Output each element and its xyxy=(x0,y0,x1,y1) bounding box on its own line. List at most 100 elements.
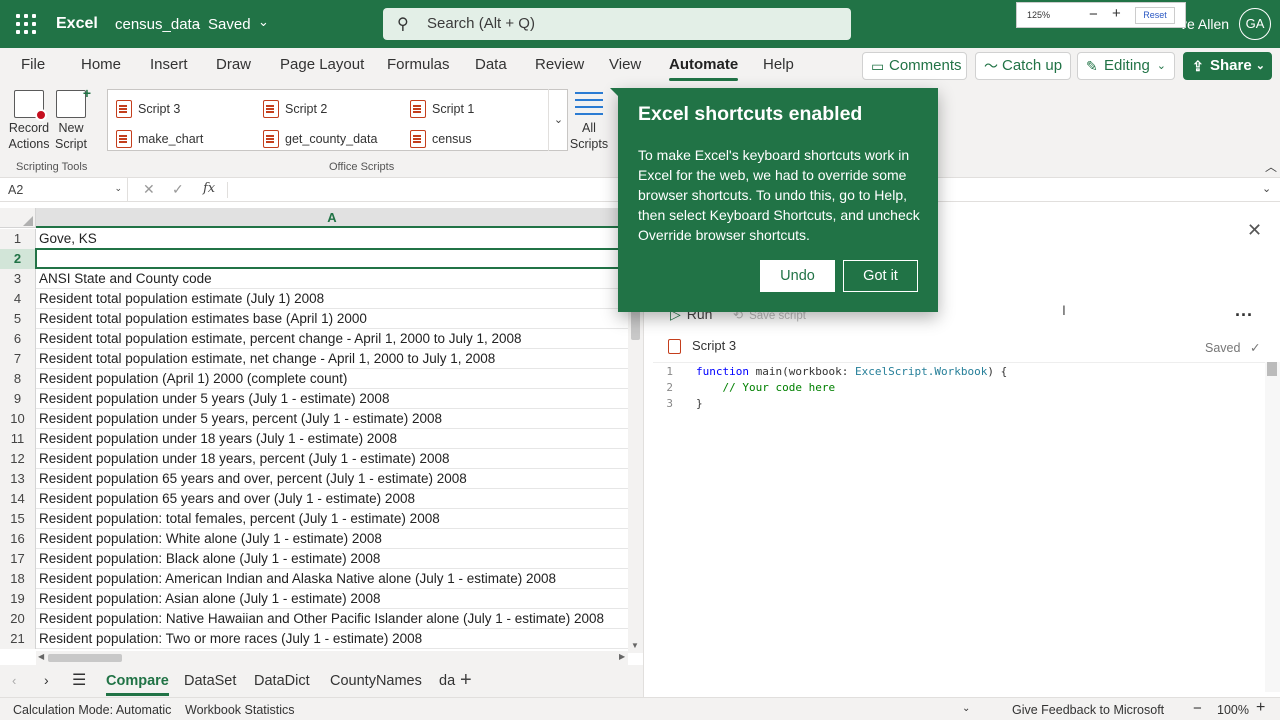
row-number[interactable]: 2 xyxy=(0,249,36,269)
row-number[interactable]: 13 xyxy=(0,469,36,489)
tab-insert[interactable]: Insert xyxy=(150,56,188,73)
selected-cell-a2[interactable] xyxy=(35,248,629,269)
column-header-a[interactable]: A xyxy=(36,208,628,228)
cell-a12[interactable]: Resident population under 18 years, perc… xyxy=(39,449,449,469)
scroll-left-icon[interactable]: ◀ xyxy=(38,652,44,661)
tab-help[interactable]: Help xyxy=(763,56,794,73)
avatar[interactable]: GA xyxy=(1239,8,1271,40)
row-number[interactable]: 21 xyxy=(0,629,36,649)
cell-a4[interactable]: Resident total population estimate (July… xyxy=(39,289,324,309)
row-number[interactable]: 7 xyxy=(0,349,36,369)
cell-a20[interactable]: Resident population: Native Hawaiian and… xyxy=(39,609,604,629)
gallery-item-script2[interactable]: Script 2 xyxy=(263,100,327,118)
app-launcher-icon[interactable] xyxy=(16,14,36,34)
calculation-mode[interactable]: Calculation Mode: Automatic xyxy=(13,703,171,717)
gallery-item-script1[interactable]: Script 1 xyxy=(410,100,474,118)
cell-a13[interactable]: Resident population 65 years and over, p… xyxy=(39,469,467,489)
search-box[interactable]: ⚲ Search (Alt + Q) xyxy=(383,8,851,40)
row-number[interactable]: 3 xyxy=(0,269,36,289)
tab-review[interactable]: Review xyxy=(535,56,584,73)
tab-view[interactable]: View xyxy=(609,56,641,73)
row-number[interactable]: 17 xyxy=(0,549,36,569)
horizontal-scroll-thumb[interactable] xyxy=(48,654,122,662)
zoom-in-button[interactable]: + xyxy=(1112,5,1121,22)
row-number[interactable]: 6 xyxy=(0,329,36,349)
editor-scrollbar[interactable] xyxy=(1265,362,1280,692)
scroll-down-icon[interactable]: ▼ xyxy=(631,641,639,650)
collapse-ribbon-icon[interactable]: ︿ xyxy=(1265,158,1277,175)
row-number[interactable]: 18 xyxy=(0,569,36,589)
app-name[interactable]: Excel xyxy=(56,15,98,33)
name-box[interactable]: A2 ⌄ xyxy=(0,178,128,202)
cell-a8[interactable]: Resident population (April 1) 2000 (comp… xyxy=(39,369,347,389)
code-line-1[interactable]: function main(workbook: ExcelScript.Work… xyxy=(696,365,1007,378)
sheet-tab-da[interactable]: da xyxy=(439,673,455,689)
select-all-corner[interactable] xyxy=(0,208,36,228)
zoom-in-button[interactable]: + xyxy=(1256,699,1265,717)
next-sheet-icon[interactable]: › xyxy=(44,672,49,688)
cell-a9[interactable]: Resident population under 5 years (July … xyxy=(39,389,389,409)
comments-button[interactable]: ▭ Comments xyxy=(862,52,967,80)
prev-sheet-icon[interactable]: ‹ xyxy=(12,673,16,688)
code-line-3[interactable]: } xyxy=(696,397,703,410)
tab-automate[interactable]: Automate xyxy=(669,56,739,81)
row-number[interactable]: 5 xyxy=(0,309,36,329)
editing-button[interactable]: ✎ Editing ⌄ xyxy=(1077,52,1175,80)
cell-a19[interactable]: Resident population: Asian alone (July 1… xyxy=(39,589,380,609)
catchup-button[interactable]: 〜 Catch up xyxy=(975,52,1071,80)
sheet-tab-compare[interactable]: Compare xyxy=(106,673,169,696)
row-number[interactable]: 4 xyxy=(0,289,36,309)
undo-button[interactable]: Undo xyxy=(760,260,835,292)
cell-a18[interactable]: Resident population: American Indian and… xyxy=(39,569,556,589)
row-number[interactable]: 20 xyxy=(0,609,36,629)
workbook-statistics[interactable]: Workbook Statistics xyxy=(185,703,295,717)
got-it-button[interactable]: Got it xyxy=(843,260,918,292)
sheet-tab-countynames[interactable]: CountyNames xyxy=(330,673,422,689)
zoom-out-button[interactable]: − xyxy=(1089,6,1098,23)
cell-a5[interactable]: Resident total population estimates base… xyxy=(39,309,367,329)
record-actions-button[interactable]: Record Actions xyxy=(8,90,50,152)
gallery-item-census[interactable]: census xyxy=(410,130,472,148)
zoom-reset-button[interactable]: Reset xyxy=(1135,7,1175,24)
row-number[interactable]: 11 xyxy=(0,429,36,449)
sheet-tab-datadict[interactable]: DataDict xyxy=(254,673,310,689)
editor-scroll-thumb[interactable] xyxy=(1267,362,1277,376)
gallery-item-script3[interactable]: Script 3 xyxy=(116,100,180,118)
row-number[interactable]: 1 xyxy=(0,229,36,249)
gallery-item-get-county-data[interactable]: get_county_data xyxy=(263,130,377,148)
cell-a17[interactable]: Resident population: Black alone (July 1… xyxy=(39,549,380,569)
tab-file[interactable]: File xyxy=(21,56,45,73)
tab-home[interactable]: Home xyxy=(81,56,121,73)
insert-function-icon[interactable]: fx xyxy=(203,181,215,196)
row-number[interactable]: 10 xyxy=(0,409,36,429)
enter-icon[interactable]: ✓ xyxy=(172,181,184,198)
cell-a16[interactable]: Resident population: White alone (July 1… xyxy=(39,529,382,549)
row-number[interactable]: 16 xyxy=(0,529,36,549)
tab-data[interactable]: Data xyxy=(475,56,507,73)
chevron-down-icon[interactable]: ⌄ xyxy=(258,14,269,30)
share-button[interactable]: ⇪ Share ⌄ xyxy=(1183,52,1272,80)
feedback-link[interactable]: Give Feedback to Microsoft xyxy=(1012,703,1164,717)
new-script-button[interactable]: + New Script xyxy=(54,85,91,152)
close-icon[interactable]: ✕ xyxy=(1247,220,1262,241)
zoom-out-button[interactable]: − xyxy=(1193,700,1202,717)
code-line-2[interactable]: // Your code here xyxy=(696,381,835,394)
cell-a1[interactable]: Gove, KS xyxy=(39,229,97,249)
gallery-item-make-chart[interactable]: make_chart xyxy=(116,130,203,148)
row-number[interactable]: 8 xyxy=(0,369,36,389)
cell-a10[interactable]: Resident population under 5 years, perce… xyxy=(39,409,442,429)
horizontal-scrollbar[interactable] xyxy=(36,651,628,665)
document-name[interactable]: census_data xyxy=(115,16,200,33)
row-number[interactable]: 12 xyxy=(0,449,36,469)
cell-a7[interactable]: Resident total population estimate, net … xyxy=(39,349,495,369)
add-sheet-button[interactable]: + xyxy=(460,669,472,692)
sheet-tab-dataset[interactable]: DataSet xyxy=(184,673,236,689)
cell-a3[interactable]: ANSI State and County code xyxy=(39,269,212,289)
chevron-down-icon[interactable]: ⌄ xyxy=(962,703,970,714)
tab-formulas[interactable]: Formulas xyxy=(387,56,450,73)
more-options-button[interactable]: ... xyxy=(1235,300,1253,321)
cell-a6[interactable]: Resident total population estimate, perc… xyxy=(39,329,522,349)
cell-a15[interactable]: Resident population: total females, perc… xyxy=(39,509,440,529)
tab-draw[interactable]: Draw xyxy=(216,56,251,73)
row-number[interactable]: 9 xyxy=(0,389,36,409)
